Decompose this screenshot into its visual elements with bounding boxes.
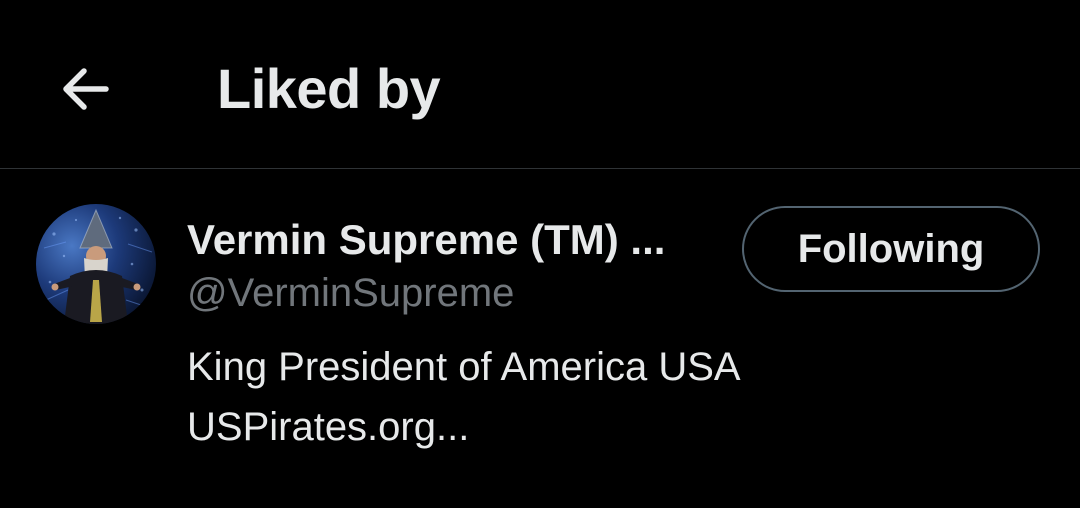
user-display-name[interactable]: Vermin Supreme (TM) ... [187,216,665,264]
top-app-bar: Liked by [0,0,1080,168]
page-title: Liked by [217,57,441,120]
back-button[interactable] [54,58,116,120]
avatar[interactable] [36,204,156,324]
user-handle[interactable]: @VerminSupreme [187,269,514,317]
avatar-image [43,208,153,324]
user-cell[interactable]: Vermin Supreme (TM) ... @VerminSupreme F… [0,169,1080,508]
following-button[interactable]: Following [742,206,1040,292]
user-bio: King President of America USA USPirates.… [187,337,987,457]
user-bio-line: King President of America USA [187,345,741,389]
user-bio-line: USPirates.org... [187,405,470,449]
arrow-left-icon [63,68,109,110]
